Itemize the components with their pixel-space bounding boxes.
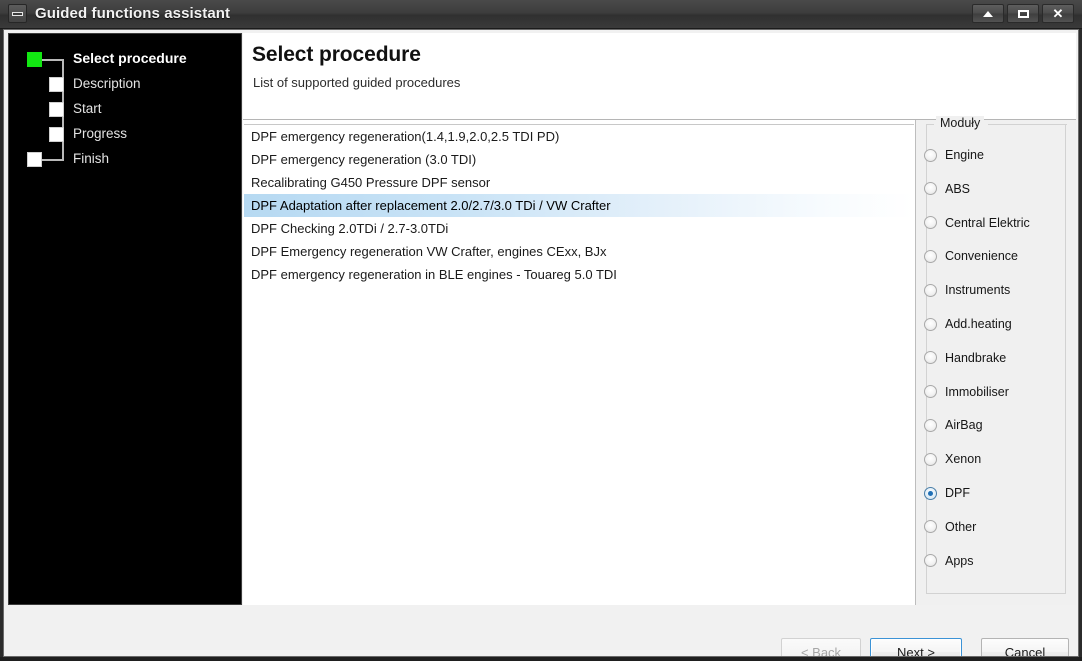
maximize-button[interactable] bbox=[1007, 4, 1039, 23]
radio-icon[interactable] bbox=[924, 554, 937, 568]
list-item[interactable]: DPF emergency regeneration in BLE engine… bbox=[244, 263, 914, 286]
window-controls: ✕ bbox=[970, 2, 1076, 25]
page-subtitle: List of supported guided procedures bbox=[253, 75, 461, 90]
list-item[interactable]: DPF Checking 2.0TDi / 2.7-3.0TDi bbox=[244, 217, 914, 240]
step-marker-progress[interactable] bbox=[49, 127, 64, 142]
cancel-button-label: Cancel bbox=[1004, 644, 1046, 657]
list-item[interactable]: DPF emergency regeneration(1.4,1.9,2.0,2… bbox=[244, 125, 914, 148]
module-radio-instruments[interactable]: Instruments bbox=[924, 281, 1010, 299]
module-radio-label: DPF bbox=[945, 486, 970, 500]
modules-panel: Moduły Engine ABS Central Elektric Convenie… bbox=[915, 116, 1076, 605]
module-radio-convenience[interactable]: Convenience bbox=[924, 247, 1018, 265]
close-icon: ✕ bbox=[1052, 5, 1064, 21]
radio-icon[interactable] bbox=[924, 418, 937, 432]
module-radio-airbag[interactable]: AirBag bbox=[924, 416, 983, 434]
module-radio-label: Other bbox=[945, 519, 977, 534]
module-radio-label: Handbrake bbox=[945, 350, 1007, 365]
page-title: Select procedure bbox=[252, 43, 421, 66]
radio-icon[interactable] bbox=[924, 520, 937, 534]
group-border-left bbox=[926, 124, 934, 125]
module-radio-central-elektric[interactable]: Central Elektric bbox=[924, 214, 1030, 232]
procedure-list[interactable]: DPF emergency regeneration(1.4,1.9,2.0,2… bbox=[244, 124, 914, 600]
main-content: Select procedure List of supported guide… bbox=[243, 33, 1076, 605]
radio-icon[interactable] bbox=[924, 148, 937, 162]
module-radio-handbrake[interactable]: Handbrake bbox=[924, 349, 1006, 367]
module-radio-dpf[interactable]: DPF bbox=[924, 484, 970, 502]
sidebar-item-select-procedure[interactable]: Select procedure bbox=[73, 50, 187, 66]
module-radio-abs[interactable]: ABS bbox=[924, 180, 970, 198]
minimize-button[interactable] bbox=[972, 4, 1004, 23]
module-radio-label: Add.heating bbox=[945, 317, 1012, 331]
page-header: Select procedure List of supported guide… bbox=[243, 33, 1076, 120]
title-bar-left: Guided functions assistant bbox=[8, 4, 230, 23]
module-radio-add-heating[interactable]: Add.heating bbox=[924, 315, 1012, 333]
radio-icon[interactable] bbox=[924, 283, 937, 297]
module-radio-label: Engine bbox=[945, 148, 984, 162]
footer-bar: < Back Next > Cancel bbox=[4, 607, 1078, 656]
window-title: Guided functions assistant bbox=[35, 5, 231, 22]
next-button-label: Next > bbox=[897, 644, 935, 657]
wizard-step-sidebar: Select procedure Description Start Progr… bbox=[8, 33, 242, 605]
radio-icon[interactable] bbox=[924, 317, 937, 331]
radio-icon[interactable] bbox=[924, 182, 937, 196]
cancel-button[interactable]: Cancel bbox=[981, 638, 1069, 657]
radio-icon[interactable] bbox=[924, 249, 937, 263]
module-radio-apps[interactable]: Apps bbox=[924, 552, 974, 570]
window-restore-icon[interactable] bbox=[8, 4, 27, 23]
title-bar: Guided functions assistant ✕ bbox=[0, 0, 1082, 29]
back-button-label: < Back bbox=[800, 644, 842, 657]
step-marker-start[interactable] bbox=[49, 102, 64, 117]
module-radio-label: AirBag bbox=[945, 418, 983, 433]
group-border-right bbox=[988, 124, 1067, 125]
window-bottom-edge bbox=[0, 657, 1082, 661]
sidebar-item-progress[interactable]: Progress bbox=[73, 126, 127, 141]
module-radio-label: ABS bbox=[945, 181, 971, 196]
modules-group-label: Moduły bbox=[936, 116, 985, 130]
module-radio-engine[interactable]: Engine bbox=[924, 146, 984, 164]
radio-icon[interactable] bbox=[924, 452, 937, 466]
application-window: Guided functions assistant ✕ Select proc… bbox=[0, 0, 1082, 661]
list-item[interactable]: Recalibrating G450 Pressure DPF sensor bbox=[244, 171, 914, 194]
step-connector-horizontal-1 bbox=[42, 59, 64, 61]
list-item[interactable]: DPF Adaptation after replacement 2.0/2.7… bbox=[244, 194, 914, 217]
module-radio-label: Immobiliser bbox=[945, 384, 1009, 399]
step-marker-description[interactable] bbox=[49, 77, 64, 92]
close-button[interactable]: ✕ bbox=[1042, 4, 1074, 23]
sidebar-item-description[interactable]: Description bbox=[73, 76, 141, 91]
square-icon bbox=[1017, 9, 1029, 18]
radio-icon[interactable] bbox=[924, 385, 937, 399]
module-radio-label: Central Elektric bbox=[945, 215, 1030, 230]
client-area: Select procedure Description Start Progr… bbox=[3, 29, 1079, 657]
next-button[interactable]: Next > bbox=[870, 638, 962, 657]
step-connector-horizontal-5 bbox=[42, 159, 64, 161]
radio-icon[interactable] bbox=[924, 351, 937, 365]
module-radio-label: Xenon bbox=[945, 452, 982, 467]
list-item[interactable]: DPF Emergency regeneration VW Crafter, e… bbox=[244, 240, 914, 263]
radio-icon[interactable] bbox=[924, 486, 937, 500]
module-radio-label: Convenience bbox=[945, 249, 1018, 264]
module-radio-label: Apps bbox=[945, 553, 974, 568]
module-radio-xenon[interactable]: Xenon bbox=[924, 450, 981, 468]
module-radio-immobiliser[interactable]: Immobiliser bbox=[924, 383, 1009, 401]
sidebar-item-start[interactable]: Start bbox=[73, 101, 102, 116]
module-radio-label: Instruments bbox=[945, 283, 1011, 298]
step-marker-select-procedure[interactable] bbox=[27, 52, 42, 67]
sidebar-item-finish[interactable]: Finish bbox=[73, 151, 109, 166]
up-arrow-icon bbox=[983, 10, 993, 17]
step-marker-finish[interactable] bbox=[27, 152, 42, 167]
list-item[interactable]: DPF emergency regeneration (3.0 TDI) bbox=[244, 148, 914, 171]
radio-icon[interactable] bbox=[924, 216, 937, 230]
back-button[interactable]: < Back bbox=[781, 638, 861, 657]
module-radio-other[interactable]: Other bbox=[924, 518, 976, 536]
